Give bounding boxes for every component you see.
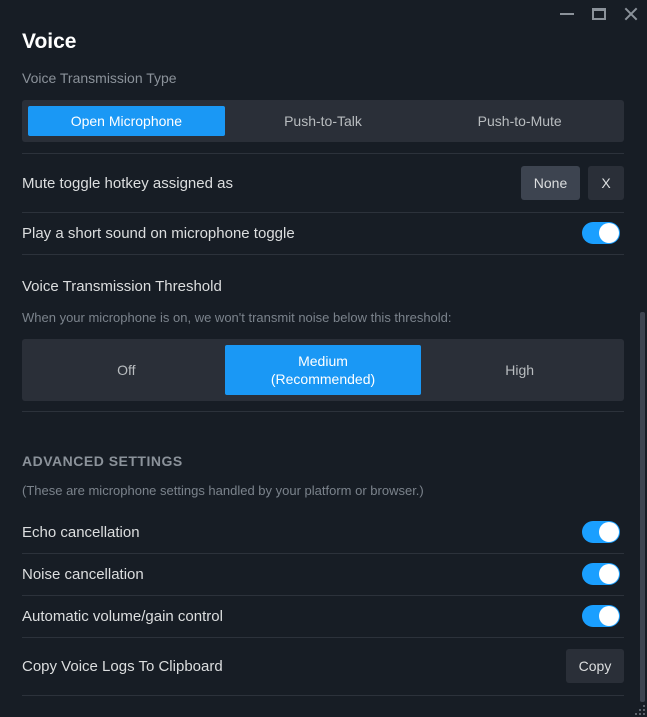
maximize-icon (592, 8, 606, 20)
threshold-high[interactable]: High (421, 345, 618, 395)
divider (22, 695, 624, 696)
threshold-selector: Off Medium (Recommended) High (22, 339, 624, 401)
noise-cancellation-label: Noise cancellation (22, 565, 144, 583)
mute-hotkey-label: Mute toggle hotkey assigned as (22, 174, 233, 192)
divider (22, 553, 624, 554)
echo-cancellation-switch[interactable] (582, 521, 620, 543)
window-controls (551, 0, 647, 28)
divider (22, 153, 624, 154)
threshold-medium-label: Medium (298, 353, 348, 369)
transmission-type-label: Voice Transmission Type (22, 70, 177, 86)
toggle-sound-label: Play a short sound on microphone toggle (22, 224, 295, 242)
threshold-medium-sublabel: (Recommended) (270, 371, 376, 387)
divider (22, 637, 624, 638)
auto-gain-switch[interactable] (582, 605, 620, 627)
option-open-microphone[interactable]: Open Microphone (28, 106, 225, 136)
resize-grip-icon[interactable] (632, 702, 646, 716)
maximize-button[interactable] (583, 0, 615, 28)
toggle-knob (599, 223, 619, 243)
page-title: Voice (22, 30, 77, 53)
hotkey-clear-button[interactable]: X (588, 166, 624, 200)
noise-cancellation-switch[interactable] (582, 563, 620, 585)
auto-gain-row: Automatic volume/gain control (22, 605, 624, 627)
toggle-knob (599, 606, 619, 626)
divider (22, 595, 624, 596)
divider (22, 254, 624, 255)
threshold-medium[interactable]: Medium (Recommended) (224, 345, 422, 395)
copy-logs-label: Copy Voice Logs To Clipboard (22, 657, 223, 675)
divider (22, 411, 624, 412)
minimize-button[interactable] (551, 0, 583, 28)
echo-cancellation-label: Echo cancellation (22, 523, 140, 541)
toggle-knob (599, 522, 619, 542)
advanced-settings-heading: ADVANCED SETTINGS (22, 453, 183, 469)
noise-cancellation-row: Noise cancellation (22, 563, 624, 585)
divider (22, 212, 624, 213)
close-button[interactable] (615, 0, 647, 28)
scrollbar-thumb[interactable] (640, 312, 645, 702)
threshold-heading: Voice Transmission Threshold (22, 278, 222, 295)
mute-hotkey-row: Mute toggle hotkey assigned as None X (22, 166, 624, 200)
toggle-sound-switch[interactable] (582, 222, 620, 244)
copy-logs-button[interactable]: Copy (566, 649, 624, 683)
auto-gain-label: Automatic volume/gain control (22, 607, 223, 625)
hotkey-controls: None X (521, 166, 624, 200)
toggle-sound-row: Play a short sound on microphone toggle (22, 222, 624, 244)
option-push-to-mute[interactable]: Push-to-Mute (421, 106, 618, 136)
close-icon (624, 7, 638, 21)
transmission-type-selector: Open Microphone Push-to-Talk Push-to-Mut… (22, 100, 624, 142)
threshold-off[interactable]: Off (28, 345, 225, 395)
toggle-knob (599, 564, 619, 584)
echo-cancellation-row: Echo cancellation (22, 521, 624, 543)
option-push-to-talk[interactable]: Push-to-Talk (225, 106, 422, 136)
threshold-description: When your microphone is on, we won't tra… (22, 310, 452, 325)
advanced-settings-description: (These are microphone settings handled b… (22, 483, 424, 498)
copy-logs-row: Copy Voice Logs To Clipboard Copy (22, 649, 624, 683)
hotkey-assign-button[interactable]: None (521, 166, 580, 200)
minimize-icon (560, 13, 574, 15)
